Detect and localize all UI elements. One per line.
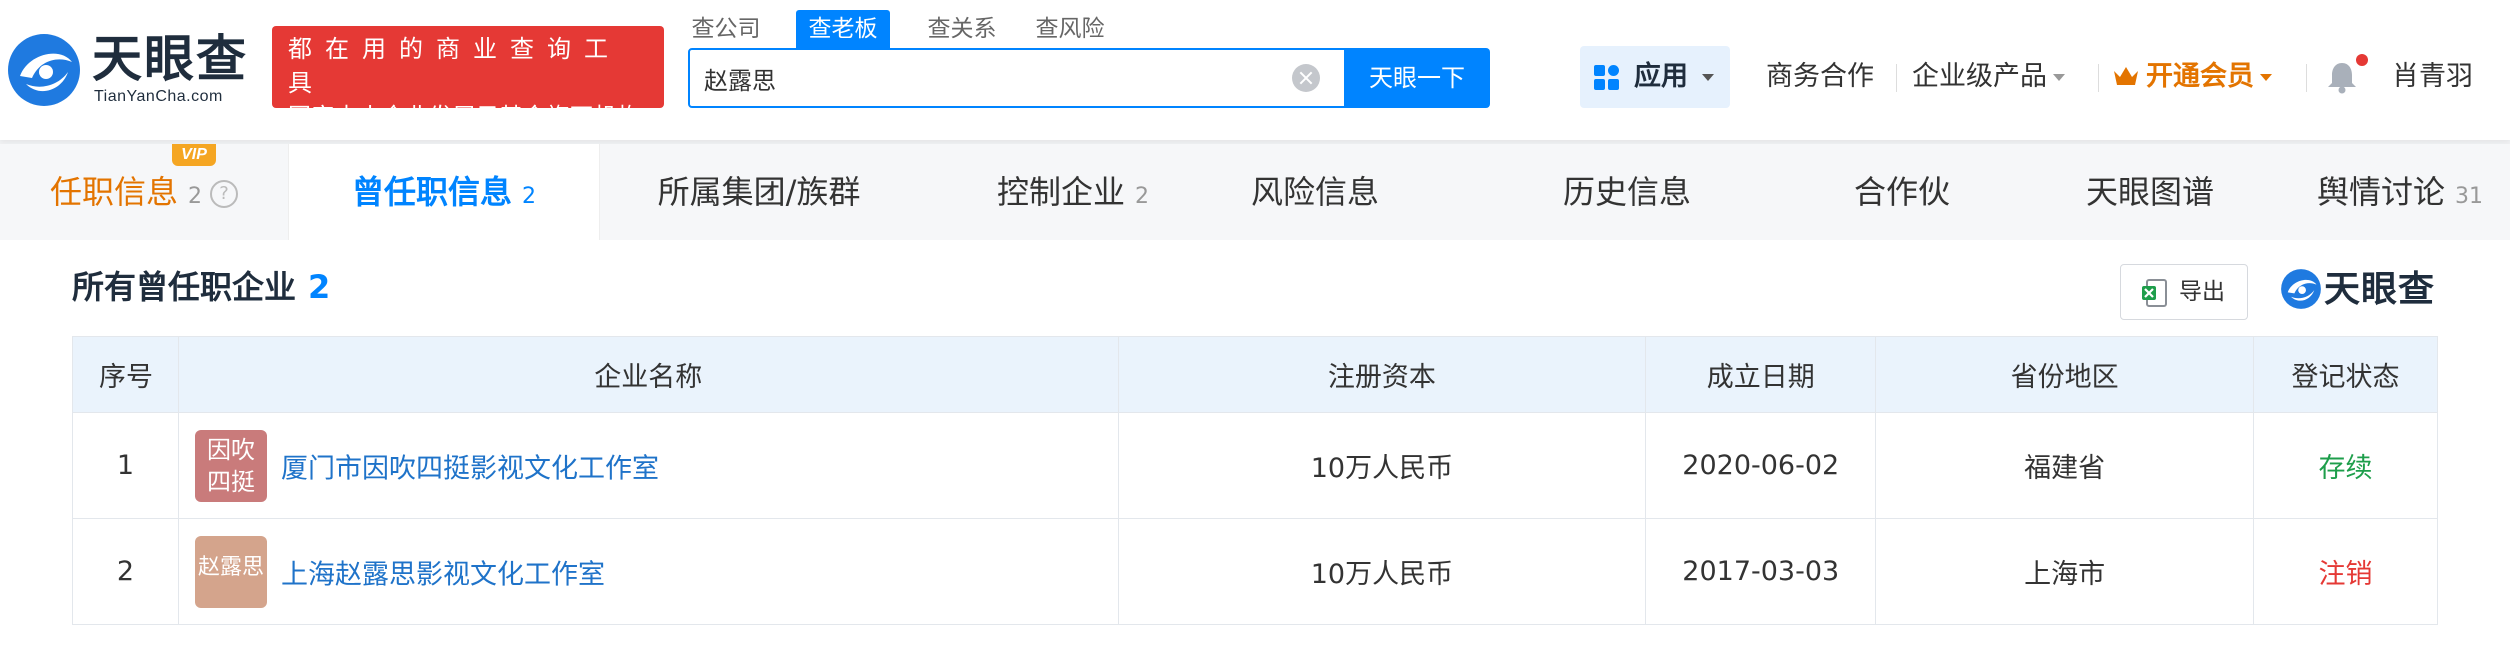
tab-count: 2: [522, 184, 536, 209]
col-header-capital: 注册资本: [1117, 336, 1647, 413]
tab-label: 所属集团/族群: [657, 173, 861, 211]
nav-divider: [2306, 64, 2307, 92]
nav-business[interactable]: 商务合作: [1766, 46, 1874, 108]
former-positions-table: 序号 企业名称 注册资本 成立日期 省份地区 登记状态 1 因吹 四挺 厦门市因吹四…: [72, 336, 2438, 625]
row-index: 1: [72, 412, 179, 519]
status-cell: 注销: [2253, 518, 2438, 625]
chevron-down-icon: [2260, 74, 2272, 81]
nav-enterprise-label: 企业级产品: [1912, 61, 2047, 92]
tab-label: 历史信息: [1562, 173, 1691, 211]
export-label: 导出: [2179, 279, 2225, 305]
capital-cell: 10万人民币: [1117, 518, 1647, 625]
region-cell: 福建省: [1875, 412, 2255, 519]
logo-text: 天眼查: [92, 30, 248, 88]
tab-history[interactable]: 历史信息: [1402, 144, 1852, 240]
nav-divider: [2098, 64, 2099, 92]
table-row: 2 赵露思 上海赵露思影视文化工作室 10万人民币 2017-03-03 上海市 …: [72, 518, 2438, 625]
company-cell: 因吹 四挺 厦门市因吹四挺影视文化工作室: [177, 412, 1119, 519]
row-index: 2: [72, 518, 179, 625]
search-tab-boss[interactable]: 查老板: [796, 10, 890, 48]
tab-risk-info[interactable]: 风险信息: [1228, 144, 1402, 240]
search-box: 天眼一下: [688, 48, 1490, 108]
export-button[interactable]: 导出: [2120, 264, 2248, 320]
tab-count: 2: [1135, 184, 1149, 209]
bell-icon[interactable]: [2326, 60, 2358, 94]
status-cell: 存续: [2253, 412, 2438, 519]
tab-label: 舆情讨论: [2316, 173, 2445, 211]
table-header-row: 序号 企业名称 注册资本 成立日期 省份地区 登记状态: [72, 336, 2438, 413]
crown-icon: [2114, 67, 2138, 85]
tianyancha-logo[interactable]: 天眼查 TianYanCha.com: [6, 28, 256, 112]
former-positions-panel: 所有曾任职企业 2 导出 天眼查 序号 企业名称 注册资本 成立日期 省份地区 登…: [0, 240, 2510, 668]
date-cell: 2017-03-03: [1645, 518, 1877, 625]
user-name[interactable]: 肖青羽: [2392, 46, 2473, 108]
search-tab-risk[interactable]: 查风险: [1034, 10, 1106, 48]
apps-grid-icon: [1594, 65, 1620, 91]
col-header-region: 省份地区: [1875, 336, 2255, 413]
nav-vip[interactable]: 开通会员: [2112, 46, 2272, 108]
watermark-text: 天眼查: [2324, 269, 2436, 310]
tab-label: 天眼图谱: [2085, 173, 2214, 211]
tab-group[interactable]: 所属集团/族群: [600, 144, 918, 240]
nav-divider: [1896, 64, 1897, 92]
company-logo[interactable]: 赵露思: [194, 535, 267, 608]
section-title-text: 所有曾任职企业: [72, 268, 297, 306]
logo-eye-icon: [2281, 269, 2321, 309]
section-count: 2: [308, 268, 331, 306]
col-header-index: 序号: [72, 336, 179, 413]
section-title: 所有曾任职企业 2: [72, 262, 330, 312]
date-cell: 2020-06-02: [1645, 412, 1877, 519]
tab-sentiment[interactable]: 舆情讨论 31: [2290, 144, 2510, 240]
tab-label: 控制企业: [996, 173, 1125, 211]
company-logo[interactable]: 因吹 四挺: [194, 429, 267, 502]
col-header-date: 成立日期: [1645, 336, 1877, 413]
search-input[interactable]: [704, 50, 1304, 106]
tab-label: 风险信息: [1250, 173, 1379, 211]
logo-domain: TianYanCha.com: [94, 88, 223, 105]
person-tabs: 任职信息 2? VIP 曾任职信息 2 所属集团/族群 控制企业 2 风险信息 历史信…: [0, 144, 2510, 307]
tab-current-positions[interactable]: 任职信息 2? VIP: [0, 144, 288, 240]
tab-label: 任职信息: [49, 173, 178, 211]
excel-icon: [2142, 279, 2167, 307]
col-header-status: 登记状态: [2253, 336, 2438, 413]
watermark-logo: 天眼查: [2280, 262, 2444, 318]
tab-label: 曾任职信息: [351, 173, 512, 211]
tab-former-positions[interactable]: 曾任职信息 2: [288, 144, 600, 240]
apps-menu[interactable]: 应用: [1580, 46, 1730, 108]
nav-enterprise-products[interactable]: 企业级产品: [1912, 46, 2065, 108]
tab-count: 31: [2455, 184, 2483, 209]
chevron-down-icon: [2053, 74, 2065, 81]
table-row: 1 因吹 四挺 厦门市因吹四挺影视文化工作室 10万人民币 2020-06-02 福…: [72, 412, 2438, 519]
apps-label: 应用: [1634, 61, 1688, 92]
search-tab-company[interactable]: 查公司: [690, 10, 762, 48]
capital-cell: 10万人民币: [1117, 412, 1647, 519]
tab-partners[interactable]: 合作伙伴: [1852, 144, 1952, 307]
tab-count: 2: [188, 184, 202, 209]
vip-badge: VIP: [172, 144, 216, 166]
slogan-banner: 都在用的商业查询工具 国家中小企业发展子基金旗下机构: [272, 26, 664, 130]
company-cell: 赵露思 上海赵露思影视文化工作室: [177, 518, 1119, 625]
top-header: 天眼查 TianYanCha.com 都在用的商业查询工具 国家中小企业发展子基…: [0, 0, 2510, 140]
company-link[interactable]: 厦门市因吹四挺影视文化工作室: [281, 453, 659, 484]
logo-eye-icon: [8, 34, 80, 106]
help-icon[interactable]: ?: [210, 180, 238, 208]
chevron-down-icon: [1702, 74, 1714, 81]
search-tab-relation[interactable]: 查关系: [926, 10, 998, 48]
notification-dot: [2356, 54, 2368, 66]
col-header-company: 企业名称: [177, 336, 1119, 413]
search-button[interactable]: 天眼一下: [1344, 48, 1490, 108]
nav-vip-label: 开通会员: [2146, 61, 2254, 92]
slogan-line1: 都在用的商业查询工具: [288, 35, 621, 97]
slogan-line2: 国家中小企业发展子基金旗下机构: [288, 104, 641, 130]
region-cell: 上海市: [1875, 518, 2255, 625]
tab-graph[interactable]: 天眼图谱: [2050, 144, 2250, 240]
tab-controlled-companies[interactable]: 控制企业 2: [918, 144, 1228, 240]
company-link[interactable]: 上海赵露思影视文化工作室: [281, 559, 605, 590]
clear-icon[interactable]: [1292, 64, 1320, 92]
